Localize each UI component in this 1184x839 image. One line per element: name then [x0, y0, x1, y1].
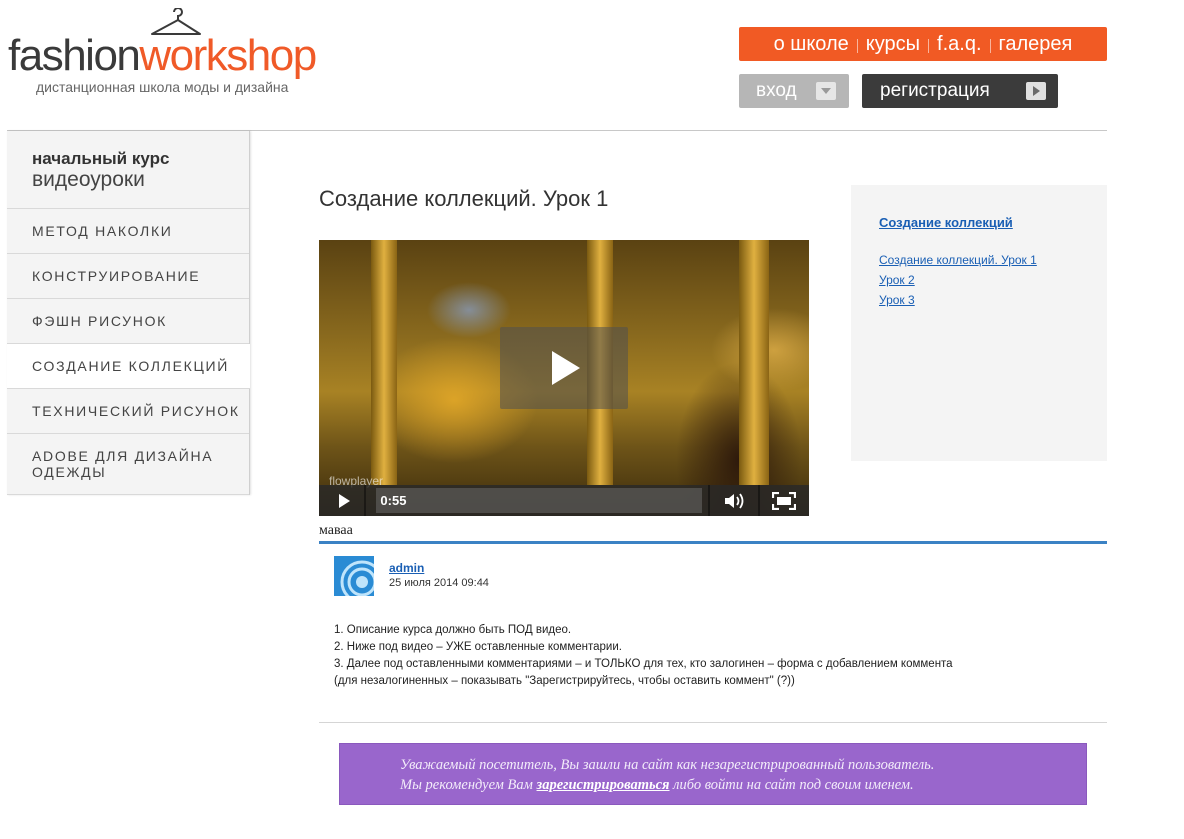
comment-author-link[interactable]: admin	[389, 561, 424, 575]
top-navigation: о школе курсы f.a.q. галерея	[739, 27, 1107, 61]
comment-line: (для незалогиненных – показывать "Зареги…	[334, 675, 795, 687]
lessons-box-title-link[interactable]: Создание коллекций	[879, 215, 1107, 230]
register-link[interactable]: зарегистрироваться	[537, 777, 670, 793]
sidebar-heading: начальный курс видеоуроки	[7, 131, 249, 209]
play-overlay-button[interactable]	[500, 327, 628, 409]
play-icon[interactable]	[319, 485, 367, 516]
comment-line: 3. Далее под оставленными комментариями …	[334, 658, 953, 670]
comment-line: 1. Описание курса должно быть ПОД видео.	[334, 624, 572, 636]
register-label: регистрация	[880, 80, 990, 101]
lesson-link-1[interactable]: Создание коллекций. Урок 1	[879, 250, 1107, 270]
fullscreen-icon	[772, 491, 797, 510]
lessons-list: Создание коллекций. Урок 1 Урок 2 Урок 3	[879, 250, 1107, 310]
volume-button[interactable]	[708, 485, 760, 516]
sidebar-heading-videos: видеоуроки	[32, 168, 145, 191]
notice-line-1: Уважаемый посетитель, Вы зашли на сайт к…	[400, 757, 935, 773]
lesson-link-2[interactable]: Урок 2	[879, 270, 1107, 290]
nav-gallery[interactable]: галерея	[991, 27, 1081, 61]
sidebar-heading-course: начальный курс	[32, 149, 170, 168]
logo-part-fashion: fashion	[8, 31, 141, 80]
comment-date: 25 июля 2014 09:44	[389, 577, 489, 589]
logo-part-workshop: workshop	[139, 31, 317, 80]
login-button[interactable]: вход	[739, 74, 849, 108]
sidebar-item-draping[interactable]: МЕТОД НАКОЛКИ	[7, 209, 249, 254]
guest-notice-banner: Уважаемый посетитель, Вы зашли на сайт к…	[339, 743, 1087, 805]
lessons-box: Создание коллекций Создание коллекций. У…	[851, 185, 1107, 461]
video-player[interactable]: flowplayer 0:55	[319, 240, 809, 516]
content-divider	[319, 722, 1107, 723]
comment-body: 1. Описание курса должно быть ПОД видео.…	[334, 622, 953, 690]
fullscreen-button[interactable]	[760, 485, 809, 516]
notice-text-before: Мы рекомендуем Вам	[400, 777, 537, 793]
nav-courses[interactable]: курсы	[858, 27, 928, 61]
chevron-down-icon	[816, 82, 836, 100]
nav-about[interactable]: о школе	[766, 27, 857, 61]
notice-text-after: либо войти на сайт под своим именем.	[669, 777, 914, 793]
notice-line-2: Мы рекомендуем Вам зарегистрироваться ли…	[400, 775, 1086, 795]
player-controls: 0:55	[319, 485, 809, 516]
sidebar-item-technical-drawing[interactable]: ТЕХНИЧЕСКИЙ РИСУНОК	[7, 389, 249, 434]
course-sidebar: начальный курс видеоуроки МЕТОД НАКОЛКИ …	[7, 131, 250, 495]
sidebar-item-adobe[interactable]: ADOBE ДЛЯ ДИЗАЙНА ОДЕЖДЫ	[7, 434, 249, 495]
logo-wordmark: fashionworkshop	[8, 31, 317, 80]
player-time: 0:55	[380, 493, 407, 508]
page-title: Создание коллекций. Урок 1	[319, 186, 609, 211]
user-avatar-icon	[334, 556, 374, 596]
comment-line: 2. Ниже под видео – УЖЕ оставленные комм…	[334, 641, 622, 653]
arrow-right-icon	[1026, 82, 1046, 100]
nav-faq[interactable]: f.a.q.	[929, 27, 989, 61]
player-timeline[interactable]: 0:55	[376, 488, 703, 513]
video-frame-detail	[739, 240, 769, 485]
comments-divider	[319, 541, 1107, 544]
sidebar-item-collections[interactable]: СОЗДАНИЕ КОЛЛЕКЦИЙ	[7, 344, 250, 389]
avatar	[334, 556, 374, 596]
login-label: вход	[756, 80, 797, 101]
register-button[interactable]: регистрация	[862, 74, 1058, 108]
post-label: маваа	[319, 523, 353, 538]
logo-tagline: дистанционная школа моды и дизайна	[36, 79, 289, 95]
video-frame-detail	[371, 240, 397, 485]
lesson-link-3[interactable]: Урок 3	[879, 290, 1107, 310]
sidebar-item-fashion-drawing[interactable]: ФЭШН РИСУНОК	[7, 299, 249, 344]
site-logo[interactable]: fashionworkshop дистанционная школа моды…	[8, 8, 348, 98]
sidebar-item-construction[interactable]: КОНСТРУИРОВАНИЕ	[7, 254, 249, 299]
volume-icon	[724, 492, 744, 509]
